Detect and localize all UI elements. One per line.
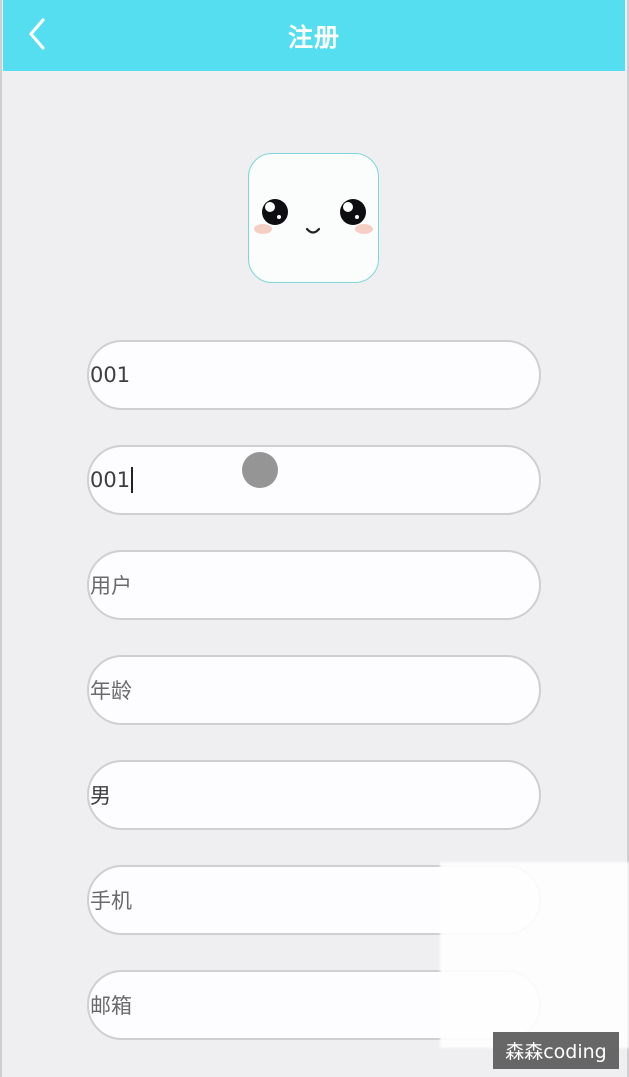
account-value: 001 bbox=[90, 363, 131, 387]
register-screen: 注册 001 001 用户 年龄 男 手机 邮箱 森森coding bbox=[0, 0, 629, 1077]
cute-face-icon bbox=[254, 199, 373, 234]
screen-glare bbox=[440, 862, 629, 1048]
watermark: 森森coding bbox=[493, 1032, 619, 1069]
avatar[interactable] bbox=[248, 153, 379, 283]
gender-field[interactable]: 男 bbox=[87, 760, 541, 830]
password-field[interactable]: 001 bbox=[87, 445, 541, 515]
text-cursor bbox=[131, 467, 134, 493]
username-field[interactable]: 用户 bbox=[87, 550, 541, 620]
password-value: 001 bbox=[90, 468, 131, 492]
account-field[interactable]: 001 bbox=[87, 340, 541, 410]
username-placeholder: 用户 bbox=[90, 574, 132, 598]
header-bar: 注册 bbox=[3, 0, 625, 71]
age-placeholder: 年龄 bbox=[90, 679, 132, 703]
phone-placeholder: 手机 bbox=[90, 889, 132, 913]
email-placeholder: 邮箱 bbox=[90, 994, 132, 1018]
touch-indicator bbox=[242, 452, 278, 488]
gender-value: 男 bbox=[90, 784, 111, 808]
frame-edge-left bbox=[0, 0, 2, 1077]
page-title: 注册 bbox=[287, 23, 340, 52]
age-field[interactable]: 年龄 bbox=[87, 655, 541, 725]
